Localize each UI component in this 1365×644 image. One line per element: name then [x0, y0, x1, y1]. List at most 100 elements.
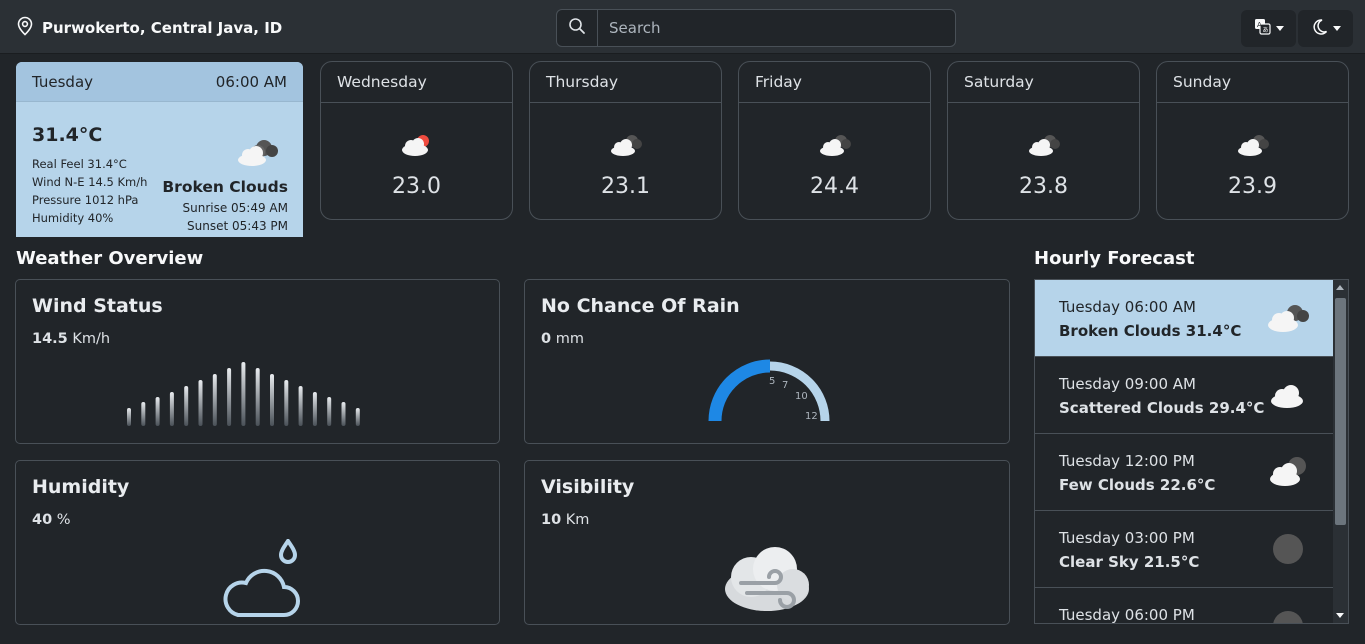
weather-overview-title: Weather Overview — [16, 248, 204, 269]
rain-value: 0 mm — [541, 331, 584, 347]
search-input[interactable] — [598, 10, 955, 46]
cloud-sun-icon — [321, 132, 512, 158]
forecast-day: Thursday — [530, 62, 721, 103]
sunrise: Sunrise 05:49 AM — [182, 201, 288, 215]
scroll-thumb[interactable] — [1335, 298, 1346, 525]
wind-speed: 14.5 — [32, 331, 68, 347]
scroll-down-icon[interactable] — [1336, 613, 1344, 618]
wind-bar — [298, 386, 303, 426]
hourly-time: Tuesday 06:00 PM — [1059, 606, 1195, 624]
wind-info: Wind N-E 14.5 Km/h — [32, 175, 148, 189]
broken-clouds-icon — [234, 136, 280, 172]
humidity-cloud-icon — [216, 537, 302, 625]
moon-icon — [1265, 608, 1311, 623]
hourly-item[interactable]: Tuesday 06:00 PM — [1035, 588, 1334, 624]
hourly-desc: Clear Sky 21.5°C — [1059, 553, 1200, 571]
navbar: Purwokerto, Central Java, ID Aあ — [0, 0, 1365, 54]
wind-bar — [227, 368, 232, 426]
translate-icon: Aあ — [1254, 18, 1271, 39]
chevron-down-icon — [1332, 26, 1341, 31]
forecast-day: Sunday — [1157, 62, 1348, 103]
forecast-card-saturday[interactable]: Saturday 23.8 — [947, 61, 1140, 220]
gauge-label: 7 — [782, 380, 788, 391]
visibility-title: Visibility — [541, 476, 635, 498]
wind-bar — [327, 397, 332, 426]
wind-status-panel: Wind Status 14.5 Km/h — [15, 279, 500, 444]
gauge-label: 10 — [795, 391, 808, 402]
broken-clouds-icon — [530, 132, 721, 158]
forecast-card-wednesday[interactable]: Wednesday 23.0 — [320, 61, 513, 220]
visibility-unit: Km — [561, 512, 590, 528]
wind-bar — [184, 386, 189, 426]
hourly-list[interactable]: Tuesday 06:00 AM Broken Clouds 31.4°C Tu… — [1034, 279, 1349, 624]
wind-bar — [169, 392, 174, 426]
forecast-day: Saturday — [948, 62, 1139, 103]
wind-bar — [241, 362, 246, 426]
search-bar — [556, 9, 956, 47]
hourly-desc: Broken Clouds 31.4°C — [1059, 322, 1242, 340]
today-description: Broken Clouds — [162, 178, 288, 196]
forecast-day: Wednesday — [321, 62, 512, 103]
hourly-forecast-title: Hourly Forecast — [1034, 248, 1195, 269]
hourly-desc: Few Clouds 22.6°C — [1059, 476, 1216, 494]
forecast-card-friday[interactable]: Friday 24.4 — [738, 61, 931, 220]
today-details: Real Feel 31.4°C Wind N-E 14.5 Km/h Pres… — [32, 155, 147, 227]
humidity-info: Humidity 40% — [32, 211, 114, 225]
today-time: 06:00 AM — [215, 72, 287, 91]
forecast-temp: 23.1 — [601, 174, 650, 199]
cloud-icon — [1265, 377, 1311, 415]
rain-gauge: 5 7 10 12 — [708, 359, 830, 422]
wind-bar — [284, 380, 289, 426]
humidity-value: 40 % — [32, 512, 71, 528]
forecast-temp: 23.0 — [392, 174, 441, 199]
scroll-up-icon[interactable] — [1336, 285, 1344, 290]
wind-status-title: Wind Status — [32, 295, 163, 317]
hourly-item[interactable]: Tuesday 09:00 AM Scattered Clouds 29.4°C — [1035, 357, 1334, 434]
today-day: Tuesday — [32, 72, 94, 91]
today-card[interactable]: Tuesday 06:00 AM 31.4°C Real Feel 31.4°C… — [16, 62, 303, 237]
gauge-label: 12 — [805, 411, 818, 422]
rain-unit: mm — [551, 331, 584, 347]
wind-bars-graphic — [127, 362, 360, 426]
wind-unit: Km/h — [67, 331, 111, 347]
forecast-temp: 23.9 — [1228, 174, 1277, 199]
wind-status-value: 14.5 Km/h — [32, 331, 110, 347]
forecast-card-thursday[interactable]: Thursday 23.1 — [529, 61, 722, 220]
theme-dropdown[interactable] — [1298, 10, 1353, 47]
hourly-item[interactable]: Tuesday 12:00 PM Few Clouds 22.6°C — [1035, 434, 1334, 511]
location: Purwokerto, Central Java, ID — [16, 16, 282, 40]
wind-bar — [341, 402, 346, 426]
forecast-temp: 23.8 — [1019, 174, 1068, 199]
hourly-item[interactable]: Tuesday 06:00 AM Broken Clouds 31.4°C — [1035, 280, 1334, 357]
search-button[interactable] — [557, 10, 598, 46]
svg-text:あ: あ — [1262, 27, 1268, 34]
wind-bar — [212, 374, 217, 426]
sunset: Sunset 05:43 PM — [187, 219, 288, 233]
forecast-card-sunday[interactable]: Sunday 23.9 — [1156, 61, 1349, 220]
visibility-amount: 10 — [541, 512, 562, 528]
wind-bar — [355, 408, 360, 426]
gauge-label: 5 — [769, 376, 775, 387]
visibility-value: 10 Km — [541, 512, 589, 528]
hourly-time: Tuesday 12:00 PM — [1059, 452, 1195, 470]
svg-text:A: A — [1257, 21, 1262, 29]
few-clouds-icon — [1265, 454, 1311, 492]
wind-bar — [141, 402, 146, 426]
forecast-temp: 24.4 — [810, 174, 859, 199]
visibility-panel: Visibility 10 Km — [524, 460, 1010, 625]
rain-title: No Chance Of Rain — [541, 295, 740, 317]
hourly-desc: Scattered Clouds 29.4°C — [1059, 399, 1265, 417]
broken-clouds-icon — [739, 132, 930, 158]
wind-bar — [255, 368, 260, 426]
wind-bar — [312, 392, 317, 426]
hourly-time: Tuesday 06:00 AM — [1059, 298, 1196, 316]
hourly-scrollbar[interactable] — [1333, 280, 1348, 623]
language-dropdown[interactable]: Aあ — [1241, 10, 1296, 47]
moon-icon — [1311, 18, 1328, 39]
rain-amount: 0 — [541, 331, 552, 347]
location-label: Purwokerto, Central Java, ID — [42, 19, 283, 37]
wind-bar — [198, 380, 203, 426]
rain-panel: No Chance Of Rain 0 mm 5 7 10 12 — [524, 279, 1010, 444]
humidity-title: Humidity — [32, 476, 130, 498]
hourly-item[interactable]: Tuesday 03:00 PM Clear Sky 21.5°C — [1035, 511, 1334, 588]
